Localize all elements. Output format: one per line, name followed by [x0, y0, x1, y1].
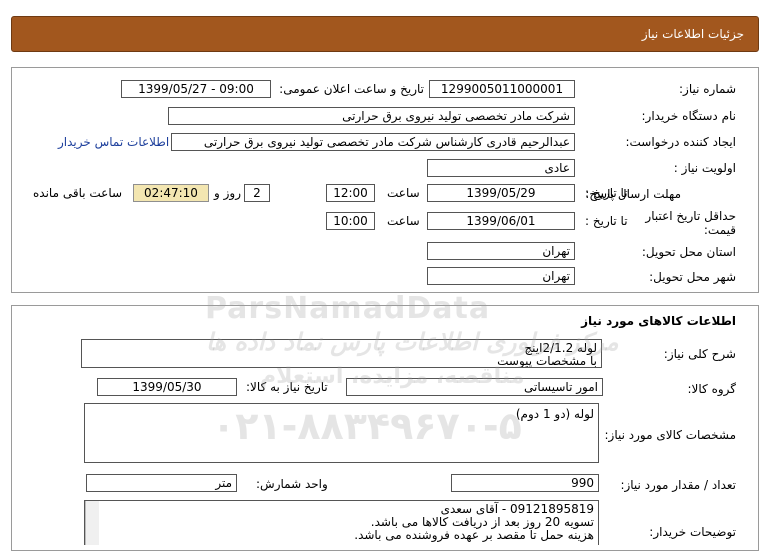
validity-to-date-label: تا تاریخ : — [585, 214, 628, 228]
priority-field: عادی — [427, 159, 575, 177]
goods-section-title: اطلاعات کالاهای مورد نیاز — [581, 314, 736, 328]
quantity-label: تعداد / مقدار مورد نیاز: — [620, 478, 736, 492]
remaining-label: ساعت باقی مانده — [33, 186, 123, 200]
goods-group-label: گروه کالا: — [687, 382, 737, 396]
specs-field: لوله (دو 1 دوم) — [84, 403, 599, 463]
priority-label: اولویت نیاز : — [673, 161, 736, 175]
need-date-field: 1399/05/30 — [97, 378, 237, 396]
announce-field: 1399/05/27 - 09:00 — [121, 80, 271, 98]
need-number-label: شماره نیاز: — [679, 82, 736, 96]
validity-time-field: 10:00 — [326, 212, 375, 230]
unit-field: متر — [86, 474, 237, 492]
buyer-notes-line-3: هزینه حمل تا مقصد بر عهده فروشنده می باش… — [354, 528, 594, 542]
buyer-notes-scrollbar[interactable] — [85, 501, 99, 545]
quantity-field: 990 — [451, 474, 599, 492]
specs-label: مشخصات کالای مورد نیاز: — [604, 428, 736, 442]
need-info-panel — [11, 67, 759, 293]
deadline-time-label: ساعت — [387, 186, 420, 200]
buyer-org-label: نام دستگاه خریدار: — [641, 109, 737, 123]
deadline-to-date-label: تا تاریخ : — [585, 186, 628, 200]
page-title: جزئیات اطلاعات نیاز — [641, 27, 744, 41]
province-field: تهران — [427, 242, 575, 260]
validity-label-line1: حداقل تاریخ اعتبار — [645, 209, 736, 223]
deadline-date-field: 1399/05/29 — [427, 184, 575, 202]
description-field: لوله 2/1.2اینچ با مشخصات پیوست — [81, 339, 602, 368]
need-date-label: تاریخ نیاز به کالا: — [246, 380, 328, 394]
buyer-org-field: شرکت مادر تخصصی تولید نیروی برق حرارتی — [168, 107, 575, 125]
buyer-contact-link[interactable]: اطلاعات تماس خریدار — [58, 135, 169, 149]
requester-label: ایجاد کننده درخواست: — [625, 135, 736, 149]
days-label: روز و — [214, 186, 241, 200]
announce-label: تاریخ و ساعت اعلان عمومی: — [279, 82, 424, 96]
buyer-notes-label: توضیحات خریدار: — [649, 525, 736, 539]
description-line-2: با مشخصات پیوست — [497, 354, 597, 368]
remaining-time-field: 02:47:10 — [133, 184, 209, 202]
city-label: شهر محل تحویل: — [649, 270, 736, 284]
buyer-notes-field: 09121895819 - آقای سعدی تسویه 20 روز بعد… — [84, 500, 599, 545]
description-label: شرح کلی نیاز: — [663, 347, 736, 361]
province-label: استان محل تحویل: — [641, 245, 736, 259]
need-number-field: 1299005011000001 — [429, 80, 575, 98]
unit-label: واحد شمارش: — [256, 477, 328, 491]
requester-field: عبدالرحیم قادری کارشناس شرکت مادر تخصصی … — [171, 133, 575, 151]
goods-group-field: امور تاسیساتی — [346, 378, 603, 396]
validity-date-field: 1399/06/01 — [427, 212, 575, 230]
days-field: 2 — [244, 184, 270, 202]
validity-label-line2: قیمت: — [703, 223, 736, 237]
validity-time-label: ساعت — [387, 214, 420, 228]
deadline-time-field: 12:00 — [326, 184, 375, 202]
page-header: جزئیات اطلاعات نیاز — [11, 16, 759, 52]
city-field: تهران — [427, 267, 575, 285]
